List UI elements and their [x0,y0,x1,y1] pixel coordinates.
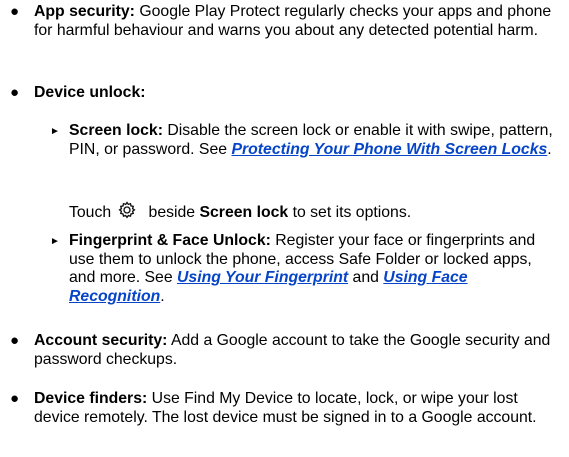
bullet-icon: ● [10,390,20,407]
arrow-icon: ► [50,236,60,247]
bullet-icon: ● [10,84,20,101]
screen-locks-link[interactable]: Protecting Your Phone With Screen Locks [231,141,547,158]
touch-text: Touch [69,204,112,221]
touch-instruction: Touch beside Screen lock to set its opti… [69,200,559,223]
bullet-icon: ● [10,332,20,349]
touch-end: to set its options. [288,204,412,221]
sub-item-screen-lock: ► Screen lock: Disable the screen lock o… [50,122,559,159]
arrow-icon: ► [50,126,60,137]
period: . [547,140,552,158]
list-item-app-security: ● App security: Google Play Protect regu… [10,3,562,40]
item-label: Device unlock: [34,84,146,101]
list-item-account-security: ● Account security: Add a Google account… [10,332,562,369]
fingerprint-link[interactable]: Using Your Fingerprint [177,269,348,286]
list-item-device-unlock: ● Device unlock: [10,84,562,103]
sub-item-label: Screen lock: [69,122,163,139]
item-label: App security: [34,3,135,20]
sub-item-label: Fingerprint & Face Unlock: [69,232,271,249]
and-text: and [348,269,384,287]
sub-item-fingerprint-face: ► Fingerprint & Face Unlock: Register yo… [50,232,559,306]
bullet-icon: ● [10,3,20,20]
screen-lock-bold: Screen lock [199,204,289,221]
gear-icon [118,201,136,219]
item-label: Device finders: [34,390,148,407]
list-item-device-finders: ● Device finders: Use Find My Device to … [10,390,562,427]
period: . [160,287,165,305]
touch-after: beside [144,204,200,221]
item-label: Account security: [34,332,168,349]
